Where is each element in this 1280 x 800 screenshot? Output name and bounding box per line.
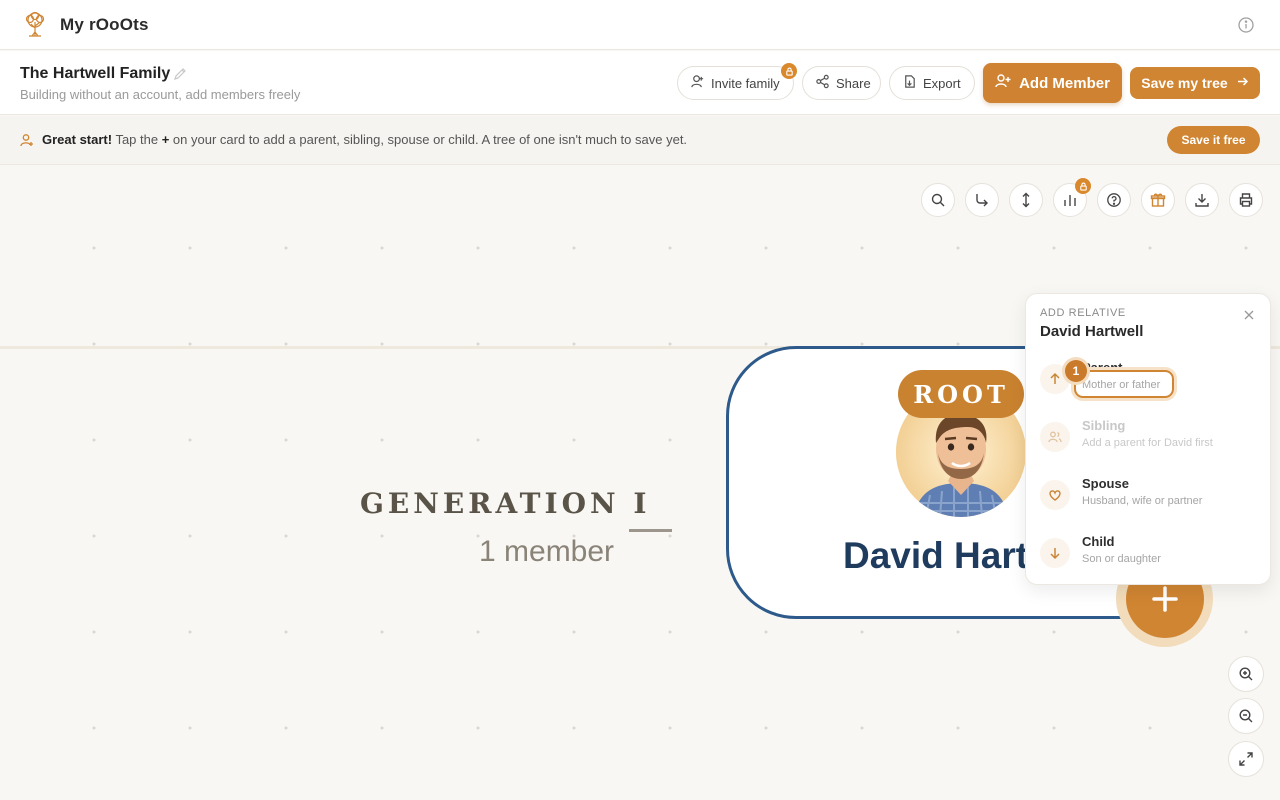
option-child[interactable]: Child Son or daughter	[1036, 530, 1262, 580]
download-icon	[1195, 194, 1209, 207]
option-spouse[interactable]: Spouse Husband, wife or partner	[1036, 472, 1262, 522]
option-sibling: Sibling Add a parent for David first	[1036, 414, 1262, 464]
zoom-in-button[interactable]	[1228, 656, 1264, 692]
add-member-button[interactable]: Add Member	[983, 63, 1122, 103]
info-icon[interactable]	[1237, 16, 1255, 34]
save-it-free-button[interactable]: Save it free	[1167, 126, 1260, 154]
zoom-in-icon	[1239, 667, 1253, 681]
connector-line	[629, 529, 672, 532]
share-icon	[815, 74, 830, 92]
vertical-layout-icon	[1022, 192, 1030, 208]
user-icon	[690, 74, 705, 92]
redirect-icon	[976, 194, 988, 207]
member-name[interactable]: David Hartwell	[843, 535, 1025, 577]
hint-banner: Great start! Tap the + on your card to a…	[0, 116, 1280, 165]
zoom-out-icon	[1239, 709, 1253, 723]
expand-icon	[1239, 752, 1253, 766]
arrow-down-icon	[1040, 538, 1070, 568]
print-button[interactable]	[1229, 183, 1263, 217]
family-header: The Hartwell Family Building without an …	[0, 51, 1280, 115]
popover-title: David Hartwell	[1040, 323, 1144, 340]
search-tool-button[interactable]	[921, 183, 955, 217]
family-subtitle: Building without an account, add members…	[20, 87, 301, 102]
zoom-out-button[interactable]	[1228, 698, 1264, 734]
lock-icon	[781, 63, 797, 79]
save-tree-button[interactable]: Save my tree	[1130, 67, 1260, 99]
arrow-right-icon	[1236, 75, 1249, 91]
add-user-icon	[995, 73, 1011, 93]
user-hint-icon	[20, 133, 34, 147]
root-badge: ROOT	[898, 370, 1024, 418]
help-icon	[1107, 193, 1121, 207]
gift-icon	[1150, 193, 1166, 207]
step-badge: 1	[1065, 360, 1087, 382]
vertical-layout-button[interactable]	[1009, 183, 1043, 217]
users-icon	[1040, 422, 1070, 452]
hint-text: Great start! Tap the + on your card to a…	[42, 132, 688, 147]
share-button[interactable]: Share	[802, 66, 881, 100]
redirect-tool-button[interactable]	[965, 183, 999, 217]
top-bar: My rOoOts	[0, 0, 1280, 50]
print-icon	[1239, 193, 1253, 207]
invite-family-button[interactable]: Invite family	[677, 66, 794, 100]
fit-screen-button[interactable]	[1228, 741, 1264, 777]
search-icon	[931, 193, 945, 207]
pencil-icon[interactable]	[173, 67, 187, 81]
add-relative-popover: ADD RELATIVE David Hartwell Parent Mothe…	[1025, 293, 1271, 585]
file-export-icon	[902, 74, 917, 92]
help-button[interactable]	[1097, 183, 1131, 217]
parent-highlight	[1074, 370, 1174, 398]
export-button[interactable]: Export	[889, 66, 975, 100]
generation-title: GENERATION I	[360, 487, 651, 520]
popover-kicker: ADD RELATIVE	[1040, 307, 1126, 319]
heart-icon	[1040, 480, 1070, 510]
chart-icon	[1064, 195, 1076, 206]
generation-member-count: 1 member	[479, 535, 615, 568]
app-name: My rOoOts	[60, 15, 149, 34]
family-title: The Hartwell Family	[20, 65, 171, 82]
lock-icon	[1075, 178, 1091, 194]
download-button[interactable]	[1185, 183, 1219, 217]
gift-button[interactable]	[1141, 183, 1175, 217]
tree-logo-icon[interactable]	[20, 10, 50, 40]
close-icon[interactable]	[1242, 308, 1256, 322]
